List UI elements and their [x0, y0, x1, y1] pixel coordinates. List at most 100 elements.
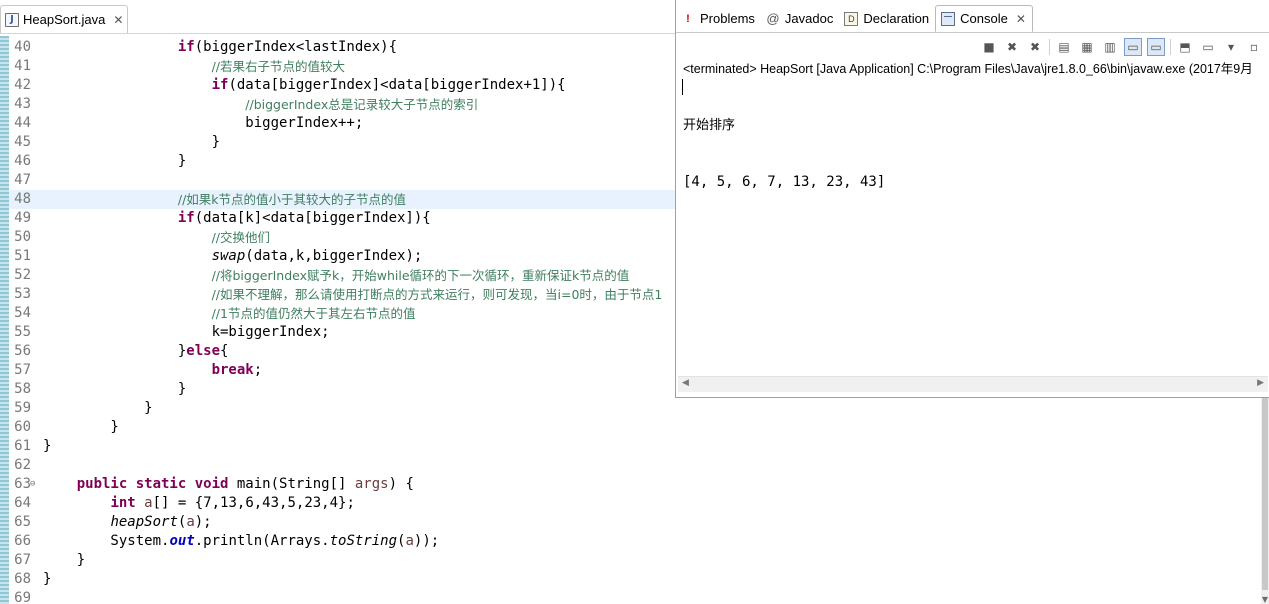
keyword: if	[211, 77, 229, 93]
line-number: 45	[14, 134, 31, 150]
code-line[interactable]: 67 }	[9, 551, 1261, 570]
comment: //1节点的值仍然大于其左右节点的值	[211, 306, 416, 321]
console-output[interactable]: 开始排序 [4, 5, 6, 7, 13, 23, 43]	[683, 78, 885, 230]
line-number: 51	[14, 248, 31, 264]
close-icon[interactable]: ✕	[113, 13, 123, 27]
line-number: 67	[14, 552, 31, 568]
scroll-down-arrow-icon[interactable]: ▼	[1261, 595, 1269, 604]
console-toolbar: ■ ✖ ✖ ▤ ▦ ▥ ▭ ▭ ⬒ ▭ ▾ ▫	[980, 37, 1263, 57]
code-text: break;	[43, 361, 263, 380]
code-line[interactable]: 61}	[9, 437, 1261, 456]
code-token: System.	[43, 533, 170, 549]
display-console-icon[interactable]: ▭	[1199, 38, 1217, 56]
line-number: 49	[14, 210, 31, 226]
clear-console-icon[interactable]: ▤	[1055, 38, 1073, 56]
tab-declaration[interactable]: D Declaration	[839, 5, 935, 32]
show-on-stdout-icon[interactable]: ▭	[1124, 38, 1142, 56]
line-number: 42	[14, 77, 31, 93]
pin-console-icon[interactable]: ⬒	[1176, 38, 1194, 56]
parameter: a	[144, 495, 153, 511]
code-text: }	[43, 551, 85, 570]
code-text: heapSort(a);	[43, 513, 212, 532]
line-number: 62	[14, 457, 31, 473]
show-on-stderr-icon[interactable]: ▭	[1147, 38, 1165, 56]
remove-launch-icon[interactable]: ✖	[1003, 38, 1021, 56]
code-text: }else{	[43, 342, 229, 361]
code-token: );	[194, 514, 212, 530]
line-number: 63	[14, 476, 31, 492]
tab-label: Javadoc	[784, 11, 834, 26]
display-console-dropdown-icon[interactable]: ▾	[1222, 38, 1240, 56]
tab-console[interactable]: Console ✕	[935, 5, 1033, 32]
fold-collapse-icon[interactable]: ⊖	[30, 475, 35, 494]
code-text: System.out.println(Arrays.toString(a));	[43, 532, 439, 551]
code-text: }	[43, 133, 220, 152]
scroll-right-arrow-icon[interactable]: ▶	[1257, 378, 1264, 388]
view-tabbar: ! Problems @ Javadoc D Declaration Console ✕	[676, 5, 1269, 33]
scroll-lock-icon[interactable]: ▦	[1078, 38, 1096, 56]
comment: //交换他们	[211, 230, 271, 245]
keyword: if	[177, 210, 195, 226]
code-text: //交换他们	[43, 228, 270, 248]
console-horizontal-scrollbar[interactable]: ◀ ▶	[678, 376, 1268, 392]
field-name: out	[169, 533, 195, 549]
javadoc-icon: @	[766, 11, 780, 26]
line-number: 57	[14, 362, 31, 378]
scrollbar-thumb[interactable]	[1262, 398, 1268, 590]
toolbar-separator	[1170, 39, 1171, 55]
line-number: 53	[14, 286, 31, 302]
comment: //biggerIndex总是记录较大子节点的索引	[245, 97, 479, 112]
code-line[interactable]: 68}	[9, 570, 1261, 589]
console-output-line: [4, 5, 6, 7, 13, 23, 43]	[683, 174, 886, 190]
line-number: 40	[14, 39, 31, 55]
code-line[interactable]: 59 }	[9, 399, 1261, 418]
tab-javadoc[interactable]: @ Javadoc	[761, 5, 839, 32]
word-wrap-icon[interactable]: ▥	[1101, 38, 1119, 56]
console-view: ! Problems @ Javadoc D Declaration Console ✕ ■ ✖…	[675, 0, 1269, 398]
parameter: a	[186, 514, 195, 530]
code-text: if(data[k]<data[biggerIndex]){	[43, 209, 431, 228]
code-token: }	[43, 571, 52, 587]
terminate-icon[interactable]: ■	[980, 38, 998, 56]
tab-problems[interactable]: ! Problems	[676, 5, 761, 32]
close-icon[interactable]: ✕	[1016, 12, 1026, 26]
code-line[interactable]: 60 }	[9, 418, 1261, 437]
keyword: int	[110, 495, 136, 511]
code-line[interactable]: 69	[9, 589, 1261, 604]
code-line[interactable]: 62	[9, 456, 1261, 475]
line-number: 65	[14, 514, 31, 530]
code-token: ;	[253, 362, 263, 378]
code-token: (data,k,biggerIndex);	[245, 248, 423, 264]
line-number: 44	[14, 115, 31, 131]
code-text: //biggerIndex总是记录较大子节点的索引	[43, 95, 478, 115]
remove-all-launches-icon[interactable]: ✖	[1026, 38, 1044, 56]
comment: //将biggerIndex赋予k，开始while循环的下一次循环，重新保证k节…	[211, 268, 630, 283]
line-number: 48	[14, 191, 31, 207]
line-number: 54	[14, 305, 31, 321]
method-name: toString	[329, 533, 398, 549]
code-line[interactable]: 66 System.out.println(Arrays.toString(a)…	[9, 532, 1261, 551]
tab-label: Console	[960, 11, 1008, 26]
code-token: main(String[]	[228, 476, 355, 492]
open-console-icon[interactable]: ▫	[1245, 38, 1263, 56]
code-token: }	[43, 419, 119, 435]
editor-vertical-scrollbar[interactable]: ▼	[1261, 398, 1269, 604]
code-token: ) {	[388, 476, 414, 492]
code-line[interactable]: 65 heapSort(a);	[9, 513, 1261, 532]
console-output-line: 开始排序	[683, 118, 736, 133]
code-token: }	[43, 552, 86, 568]
code-line[interactable]: 63 ⊖ public static void main(String[] arg…	[9, 475, 1261, 494]
comment: //如果k节点的值小于其较大的子节点的值	[177, 192, 407, 207]
scroll-left-arrow-icon[interactable]: ◀	[682, 378, 689, 388]
code-line[interactable]: 64 int a[] = {7,13,6,43,5,23,4};	[9, 494, 1261, 513]
code-token: (data[biggerIndex]<data[biggerIndex+1]){	[228, 77, 566, 93]
code-token: {	[220, 343, 229, 359]
parameter: a	[405, 533, 414, 549]
editor-tab-heapsort[interactable]: J HeapSort.java ✕	[0, 5, 128, 33]
